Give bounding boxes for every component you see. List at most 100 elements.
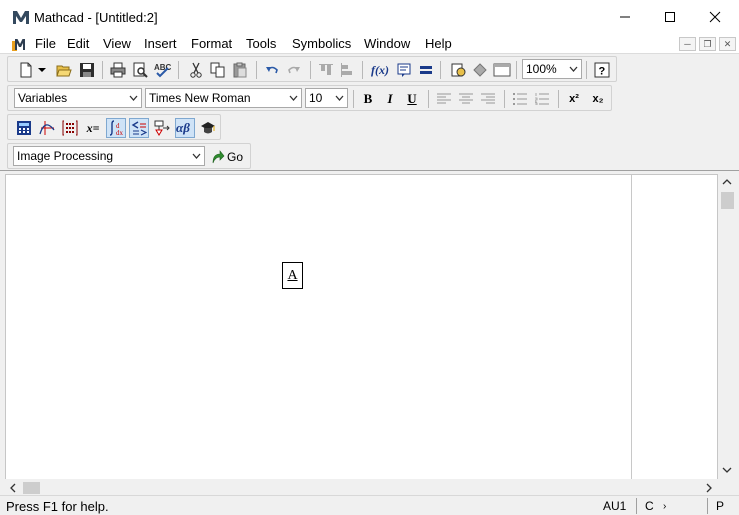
calculator-button[interactable] [14,118,34,138]
insert-unit-button[interactable] [394,60,414,80]
open-button[interactable] [54,60,74,80]
calculator-icon [17,121,31,135]
cut-button[interactable] [186,60,206,80]
formatting-toolbar: Variables Times New Roman 10 B I U x² x₂ [7,85,612,111]
chevron-left-icon[interactable] [9,483,17,493]
menu-symbolics[interactable]: Symbolics [292,36,351,51]
align-across-icon [319,64,333,75]
horizontal-scrollbar[interactable] [5,479,718,496]
symbolic-button[interactable] [198,118,218,138]
help-button[interactable]: ? [592,60,612,80]
align-center-icon [459,93,473,104]
doc-restore-button[interactable]: ❐ [699,37,716,51]
align-across-button[interactable] [316,60,336,80]
text-region[interactable]: A [282,262,303,289]
menu-edit[interactable]: Edit [67,36,89,51]
status-more-icon: › [663,501,667,512]
doc-minimize-button[interactable]: ─ [679,37,696,51]
paste-button[interactable] [230,60,250,80]
minimize-icon: ─ [684,39,691,49]
document-icon[interactable] [11,36,27,52]
separator [440,61,441,79]
minimize-button[interactable] [602,0,648,34]
doc-close-button[interactable]: ✕ [719,37,736,51]
close-icon [709,11,721,23]
go-arrow-icon [212,150,225,164]
worksheet[interactable]: A [5,174,718,480]
go-label: Go [227,150,244,164]
maximize-button[interactable] [647,0,693,34]
separator [353,90,354,108]
mathcad-logo-icon[interactable] [12,9,30,25]
calculate-icon [420,66,432,74]
menu-insert[interactable]: Insert [144,36,177,51]
calculus-button[interactable]: d dx [106,118,126,138]
resources-toolbar: Image Processing Go [7,143,251,169]
vertical-scroll-thumb[interactable] [721,192,734,209]
chevron-right-icon[interactable] [705,483,713,493]
separator [558,90,559,108]
close-button[interactable] [692,0,738,34]
restore-icon: ❐ [703,38,712,49]
greek-button[interactable]: αβ [175,118,195,138]
print-button[interactable] [108,60,128,80]
insert-function-button[interactable]: f(x) [370,60,390,80]
matrix-button[interactable] [60,118,80,138]
new-button[interactable] [16,60,36,80]
font-select[interactable]: Times New Roman [145,88,302,108]
numbering-button[interactable] [532,89,552,109]
style-select[interactable]: Variables [14,88,142,108]
evaluation-button[interactable]: x= [83,118,103,138]
chevron-down-icon[interactable] [722,466,732,474]
calculate-button[interactable] [416,60,436,80]
bullets-button[interactable] [510,89,530,109]
horizontal-scroll-thumb[interactable] [23,482,40,494]
go-button[interactable]: Go [211,147,247,167]
menu-help[interactable]: Help [425,36,452,51]
align-down-button[interactable] [336,60,356,80]
align-center-button[interactable] [456,89,476,109]
resource-center-button[interactable] [448,60,468,80]
status-calc-mode: AU1 [603,499,627,513]
print-preview-button[interactable] [130,60,150,80]
svg-text:?: ? [599,66,606,78]
bold-button[interactable]: B [358,89,378,109]
copy-button[interactable] [208,60,228,80]
underline-button[interactable]: U [402,89,422,109]
chevron-up-icon[interactable] [722,178,732,186]
menu-view[interactable]: View [103,36,131,51]
chevron-down-icon [289,95,298,101]
graph-button[interactable] [37,118,57,138]
programming-button[interactable] [152,118,172,138]
open-icon [56,65,72,77]
italic-button[interactable]: I [380,89,400,109]
status-cell-2: P [716,499,725,513]
new-icon [20,62,32,78]
greek-icon: αβ [176,120,190,135]
vertical-scrollbar[interactable] [718,174,736,480]
align-left-button[interactable] [434,89,454,109]
menu-window[interactable]: Window [364,36,410,51]
menu-format[interactable]: Format [191,36,232,51]
spell-check-button[interactable]: ABC [152,60,172,80]
boolean-button[interactable] [129,118,149,138]
menu-tools[interactable]: Tools [246,36,276,51]
separator [636,498,637,514]
insert-unit-icon [397,63,411,77]
zoom-select[interactable]: 100% [522,59,582,79]
subscript-button[interactable]: x₂ [588,89,608,109]
save-button[interactable] [77,60,97,80]
component-button[interactable] [470,60,490,80]
redo-button[interactable] [284,60,304,80]
separator [362,61,363,79]
resources-select[interactable]: Image Processing [13,146,205,166]
separator [504,90,505,108]
new-dropdown[interactable] [36,60,48,80]
align-right-button[interactable] [478,89,498,109]
insert-region-button[interactable] [492,60,512,80]
superscript-button[interactable]: x² [564,89,584,109]
align-right-icon [481,93,495,104]
font-size-select[interactable]: 10 [305,88,348,108]
menu-file[interactable]: File [35,36,56,51]
undo-button[interactable] [262,60,282,80]
